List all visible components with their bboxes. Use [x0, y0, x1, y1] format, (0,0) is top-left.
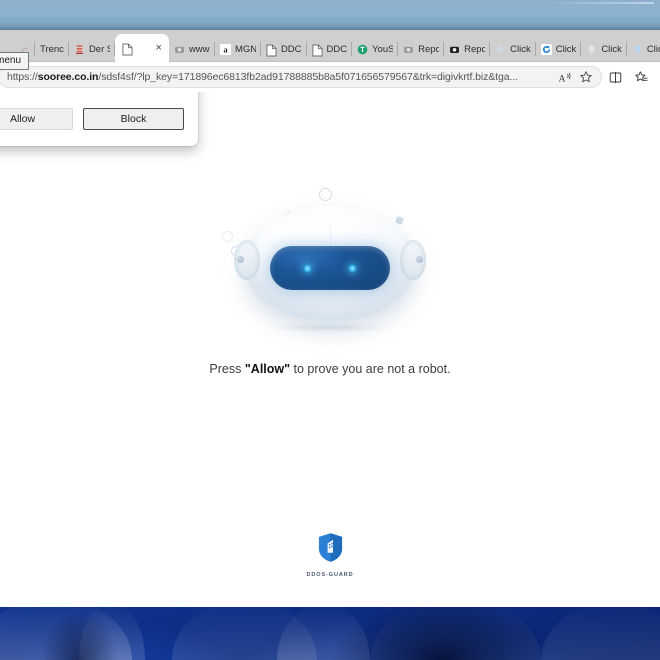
browser-tab-12[interactable]: Click: [536, 36, 582, 62]
prompt-emphasis: "Allow": [244, 362, 291, 376]
robot-ground-shadow: [270, 323, 390, 332]
prompt-suffix: to prove you are not a robot.: [290, 362, 451, 376]
tab-title: Der S: [88, 43, 110, 55]
url-host: sooree.co.in: [37, 71, 99, 83]
tab-title: Click: [510, 43, 531, 55]
robot-ear-pin: [237, 256, 244, 263]
menu-tooltip: menu: [0, 52, 30, 70]
tab-title: YouS: [372, 43, 394, 55]
tab-title: MGN: [234, 43, 256, 55]
robot-eye-right: [348, 264, 357, 273]
permission-popup-description: Show notifications: [0, 92, 184, 95]
robot-ear-pin: [416, 256, 423, 263]
browser-tab-active[interactable]: ×: [114, 34, 169, 62]
blank-page-icon: [311, 44, 323, 56]
tab-title: Repc: [418, 43, 440, 55]
address-bar[interactable]: https://sooree.co.in/sdsf4sf/?lp_key=171…: [0, 66, 602, 88]
browser-tab-11[interactable]: Click: [490, 36, 536, 62]
captcha-prompt-text: Press "Allow" to prove you are not a rob…: [0, 362, 660, 376]
robot-eye-left: [303, 264, 312, 273]
browser-tab-2[interactable]: Der S: [69, 36, 115, 62]
robot-ear-right: [400, 240, 426, 280]
prompt-prefix: Press: [209, 362, 245, 376]
block-button[interactable]: Block: [83, 108, 184, 130]
ddos-guard-shield-icon: [317, 532, 344, 568]
browser-window: menu Trenc Der S: [0, 30, 660, 607]
decorative-ring: [319, 188, 332, 201]
svg-text:A: A: [558, 73, 565, 84]
permission-popup-buttons: Allow Block: [0, 108, 184, 130]
browser-tab-6[interactable]: DDC: [261, 36, 307, 62]
browser-tab-7[interactable]: DDC: [307, 36, 353, 62]
ddos-guard-label: DDOS-GUARD: [306, 572, 354, 578]
notification-permission-popup: ree.co.in wants to × Show notifications …: [0, 92, 198, 146]
tab-title: www.: [188, 43, 210, 55]
url-scheme: https://: [7, 71, 38, 83]
url-text: https://sooree.co.in/sdsf4sf/?lp_key=171…: [7, 71, 553, 83]
bell-light-icon: [495, 44, 506, 55]
browser-tab-1[interactable]: Trenc: [35, 36, 69, 62]
browser-tab-4[interactable]: www.: [169, 36, 215, 62]
browser-tab-10[interactable]: Repc: [444, 36, 491, 62]
tab-title: Click: [555, 43, 577, 55]
tab-title: Click: [601, 43, 622, 55]
robot-head-illustration: [215, 184, 445, 334]
collections-icon[interactable]: [628, 64, 654, 90]
robot-visor: [270, 246, 390, 290]
split-screen-icon[interactable]: [602, 64, 628, 90]
bell-light-icon: [586, 44, 597, 55]
tab-strip: menu Trenc Der S: [0, 30, 660, 70]
allow-button[interactable]: Allow: [0, 108, 73, 130]
tab-title: Repc: [464, 43, 486, 55]
camera-gray-icon: [174, 44, 185, 55]
window-top-band: [0, 0, 660, 30]
tab-title: DDC: [280, 43, 302, 55]
robot-illustration-wrapper: [0, 184, 660, 334]
svg-text:a: a: [223, 45, 227, 54]
camera-dark-icon: [449, 44, 460, 55]
browser-tab-14[interactable]: Click: [627, 36, 660, 62]
browser-tab-8[interactable]: YouS: [352, 36, 399, 62]
amazon-icon: a: [219, 43, 231, 55]
robot-ear-left: [234, 240, 260, 280]
address-bar-row: https://sooree.co.in/sdsf4sf/?lp_key=171…: [0, 62, 660, 92]
read-aloud-icon[interactable]: A: [553, 67, 575, 87]
decorative-ring: [222, 231, 233, 242]
refresh-blue-icon: [540, 43, 552, 55]
blank-page-icon: [122, 43, 133, 55]
blank-page-icon: [266, 44, 277, 56]
browser-tab-5[interactable]: a MGN: [215, 36, 261, 62]
wallpaper-shadow: [39, 610, 119, 660]
tab-title: Click: [646, 43, 660, 55]
tab-close-button[interactable]: ×: [153, 42, 165, 54]
favorite-star-icon[interactable]: [575, 67, 597, 87]
top-band-highlight: [544, 2, 654, 4]
green-circle-icon: [357, 44, 368, 55]
url-path: /sdsf4sf/?lp_key=171896ec6813fb2ad917888…: [98, 71, 518, 83]
browser-tab-13[interactable]: Click: [581, 36, 627, 62]
menu-tooltip-label: menu: [0, 55, 22, 66]
decorative-sparkle: [394, 215, 405, 226]
tab-title: Trenc: [40, 43, 64, 55]
wallpaper-shadow: [330, 598, 555, 660]
camera-gray-icon: [403, 44, 414, 55]
bell-blue-icon: [632, 44, 643, 55]
ddos-guard-footer: DDOS-GUARD: [0, 532, 660, 578]
tab-title: DDC: [326, 43, 348, 55]
wallpaper-fold: [541, 602, 660, 660]
browser-tab-9[interactable]: Repc: [398, 36, 445, 62]
page-content: Press "Allow" to prove you are not a rob…: [0, 92, 660, 607]
red-list-icon: [74, 44, 85, 55]
